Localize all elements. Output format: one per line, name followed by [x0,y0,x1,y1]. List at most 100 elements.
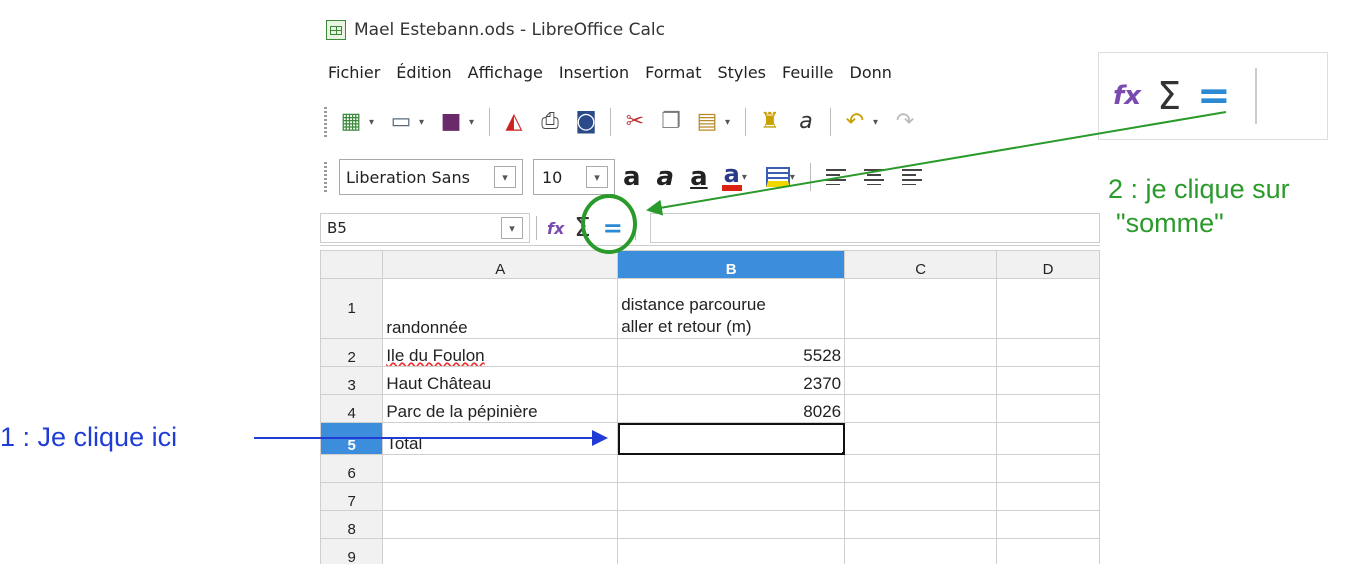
row-header-5[interactable]: 5 [320,422,384,455]
cell-a5[interactable]: Total [382,422,619,455]
font-size-combobox[interactable]: 10 ▾ [533,159,615,195]
cell-a2[interactable]: Ile du Foulon [382,338,619,367]
cell-d8[interactable] [996,510,1100,539]
chevron-down-icon[interactable]: ▾ [742,172,752,183]
chevron-down-icon[interactable]: ▾ [873,117,883,128]
menu-format[interactable]: Format [645,63,701,82]
formula-input[interactable] [649,213,1100,243]
cell-a1[interactable]: randonnée [382,278,619,339]
cell-c7[interactable] [844,482,998,511]
chevron-down-icon[interactable]: ▾ [725,117,735,128]
name-box[interactable]: B5 ▾ [320,213,530,243]
select-all-corner[interactable] [320,250,384,279]
sum-icon[interactable]: Σ [574,213,590,243]
row-header-7[interactable]: 7 [320,482,384,511]
row-header-6[interactable]: 6 [320,454,384,483]
menu-fichier[interactable]: Fichier [328,63,380,82]
cell-b8[interactable] [617,510,846,539]
cell-c9[interactable] [844,538,998,564]
chevron-down-icon[interactable]: ▾ [501,217,523,239]
cell-c2[interactable] [844,338,998,367]
chevron-down-icon[interactable]: ▾ [469,117,479,128]
align-right-icon[interactable] [901,169,922,185]
cell-a3[interactable]: Haut Château [382,366,619,395]
background-color-icon[interactable] [765,167,790,187]
font-name-combobox[interactable]: Liberation Sans ▾ [339,159,523,195]
chevron-down-icon[interactable]: ▾ [419,117,429,128]
cell-c8[interactable] [844,510,998,539]
function-wizard-icon[interactable]: fx [547,219,564,238]
clone-formatting-icon[interactable]: ♜ [755,107,785,137]
print-icon[interactable]: ⎙ [535,107,565,137]
cell-d7[interactable] [996,482,1100,511]
cell-d6[interactable] [996,454,1100,483]
cell-c6[interactable] [844,454,998,483]
align-left-icon[interactable] [825,169,846,185]
column-header-d[interactable]: D [996,250,1100,279]
chevron-down-icon[interactable]: ▾ [369,117,379,128]
cell-a7[interactable] [382,482,619,511]
row-header-9[interactable]: 9 [320,538,384,564]
column-header-a[interactable]: A [382,250,619,279]
cell-d2[interactable] [996,338,1100,367]
cell-d3[interactable] [996,366,1100,395]
bold-icon[interactable]: a [623,164,641,190]
menu-feuille[interactable]: Feuille [782,63,834,82]
cell-b6[interactable] [617,454,846,483]
underline-icon[interactable]: a [690,164,708,190]
export-pdf-icon[interactable]: ◭ [499,107,529,137]
chevron-down-icon[interactable]: ▾ [790,172,800,183]
row-header-1[interactable]: 1 [320,278,384,339]
row-header-4[interactable]: 4 [320,394,384,423]
cell-c4[interactable] [844,394,998,423]
cell-a9[interactable] [382,538,619,564]
cell-d5[interactable] [996,422,1100,455]
italic-icon[interactable]: a [657,164,675,190]
cell-b1[interactable]: distance parcourue aller et retour (m) [617,278,846,339]
menu-affichage[interactable]: Affichage [468,63,543,82]
undo-icon[interactable]: ↶ [840,107,870,137]
cell-b5-selected[interactable] [617,422,846,455]
formula-equal-icon[interactable]: = [603,214,623,242]
row-header-8[interactable]: 8 [320,510,384,539]
redo-icon[interactable]: ↷ [890,107,920,137]
column-header-c[interactable]: C [844,250,998,279]
fill-handle[interactable] [842,452,844,454]
cell-c5[interactable] [844,422,998,455]
cell-a4[interactable]: Parc de la pépinière [382,394,619,423]
row-header-3[interactable]: 3 [320,366,384,395]
row-header-2[interactable]: 2 [320,338,384,367]
cell-c1[interactable] [844,278,998,339]
toolbar-grip[interactable] [324,107,327,137]
clear-formatting-icon[interactable]: a [791,107,821,137]
cell-a8[interactable] [382,510,619,539]
cell-c3[interactable] [844,366,998,395]
cell-b4[interactable]: 8026 [617,394,846,423]
chevron-down-icon[interactable]: ▾ [586,166,608,188]
print-preview-icon[interactable]: ◙ [571,107,601,137]
cell-d4[interactable] [996,394,1100,423]
cell-d9[interactable] [996,538,1100,564]
cut-icon[interactable]: ✂ [620,107,650,137]
toolbar-grip[interactable] [324,162,327,192]
function-wizard-icon: fx [1113,81,1142,111]
cell-b9[interactable] [617,538,846,564]
paste-icon[interactable]: ▤ [692,107,722,137]
open-folder-icon[interactable]: ▭ [386,107,416,137]
save-icon[interactable]: ■ [436,107,466,137]
font-color-icon[interactable]: a [721,162,742,191]
copy-icon[interactable]: ❐ [656,107,686,137]
chevron-down-icon[interactable]: ▾ [494,166,516,188]
menu-styles[interactable]: Styles [717,63,766,82]
align-center-icon[interactable] [863,169,884,185]
column-header-b[interactable]: B [617,250,846,279]
cell-b7[interactable] [617,482,846,511]
cell-b3[interactable]: 2370 [617,366,846,395]
cell-b2[interactable]: 5528 [617,338,846,367]
menu-edition[interactable]: Édition [396,63,451,82]
menu-donnees[interactable]: Donn [850,63,892,82]
cell-d1[interactable] [996,278,1100,339]
new-document-icon[interactable]: ▦ [336,107,366,137]
menu-insertion[interactable]: Insertion [559,63,629,82]
cell-a6[interactable] [382,454,619,483]
